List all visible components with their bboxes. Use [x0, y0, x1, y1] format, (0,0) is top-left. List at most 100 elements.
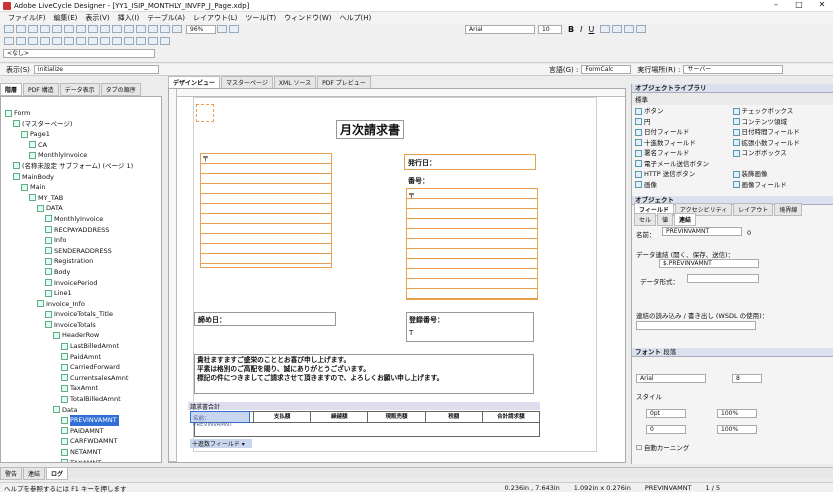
tree-node[interactable]: (名称未設定 サブフォーム) (ページ 1)	[1, 161, 161, 172]
bottom-tab[interactable]: ログ	[46, 466, 69, 480]
redo-icon[interactable]	[100, 25, 110, 33]
undo-icon[interactable]	[88, 25, 98, 33]
paste-icon[interactable]	[76, 25, 86, 33]
scale-h-field[interactable]: 100%	[717, 409, 757, 418]
library-item[interactable]: コンテンツ領域	[732, 117, 831, 128]
library-item[interactable]: 日付時間フィールド	[732, 127, 831, 138]
line-tool-icon[interactable]	[112, 37, 122, 45]
none-select[interactable]: <なし>	[3, 48, 155, 58]
zoom-out-icon[interactable]	[229, 25, 239, 33]
library-item[interactable]: チェックボックス	[732, 106, 831, 117]
grid-icon[interactable]	[112, 25, 122, 33]
align-left-icon[interactable]	[600, 25, 611, 33]
left-tab[interactable]: データ表示	[59, 83, 100, 96]
library-item[interactable]: 装飾画像	[732, 169, 831, 180]
menu-item[interactable]: 挿入(I)	[118, 13, 140, 23]
menu-item[interactable]: テーブル(A)	[147, 13, 185, 23]
totals-title-bar[interactable]: 請求書合計	[188, 402, 540, 411]
tree-node[interactable]: Invoice_Info	[1, 299, 161, 310]
field-type-label[interactable]: 十進数フィールド ▾	[190, 439, 252, 448]
form-title[interactable]: 月次請求書	[336, 120, 405, 139]
tree-node[interactable]: PREVINVAMNT	[1, 415, 161, 426]
tree-node[interactable]: InvoiceTotals_Title	[1, 309, 161, 320]
tree-node[interactable]: TAXAMNT	[1, 458, 161, 462]
library-group[interactable]: 標準	[632, 93, 833, 105]
menu-item[interactable]: 編集(E)	[54, 13, 78, 23]
radio-tool-icon[interactable]	[76, 37, 86, 45]
event-select[interactable]: initialize	[33, 65, 159, 74]
name-field[interactable]: PREVINVAMNT	[662, 227, 742, 236]
recipient-address-block[interactable]	[200, 153, 332, 268]
select-tool-icon[interactable]	[4, 37, 14, 45]
selected-field[interactable]: 名前：PREVINVAMNT	[190, 411, 250, 428]
menu-item[interactable]: ウィンドウ(W)	[284, 13, 331, 23]
tree-node[interactable]: HeaderRow	[1, 330, 161, 341]
list-tool-icon[interactable]	[88, 37, 98, 45]
bold-icon[interactable]: B	[568, 25, 574, 34]
tree-node[interactable]: PAIDAMNT	[1, 426, 161, 437]
rect-tool-icon[interactable]	[124, 37, 134, 45]
object-subtab[interactable]: 連結	[674, 213, 697, 226]
font-family-select[interactable]: Arial	[636, 374, 706, 383]
left-tab[interactable]: 階層	[0, 83, 23, 96]
object-subtab[interactable]: 値	[657, 213, 674, 226]
new-icon[interactable]	[4, 25, 14, 33]
underline-icon[interactable]: U	[588, 25, 594, 34]
font-select[interactable]: Arial	[465, 24, 535, 34]
bottom-tab[interactable]: 連結	[23, 466, 46, 480]
tree-node[interactable]: Form	[1, 108, 161, 119]
library-item[interactable]: 拡張小数フィールド	[732, 138, 831, 149]
tree-node[interactable]: Body	[1, 267, 161, 278]
menu-item[interactable]: ヘルプ(H)	[340, 13, 372, 23]
tree-node[interactable]: TaxAmnt	[1, 383, 161, 394]
ruler-icon[interactable]	[160, 25, 170, 33]
library-item[interactable]: HTTP 送信ボタン	[635, 169, 733, 180]
library-item[interactable]: ボタン	[635, 106, 733, 117]
zoom-in-icon[interactable]	[217, 25, 227, 33]
menu-item[interactable]: レイアウト(L)	[193, 13, 237, 23]
tree-node[interactable]: LastBilledAmnt	[1, 341, 161, 352]
totals-data-row[interactable]	[194, 423, 540, 437]
justify-icon[interactable]	[636, 25, 647, 33]
font-size-field[interactable]: 8	[732, 374, 762, 383]
lang-select[interactable]: FormCalc	[581, 65, 632, 74]
tree-node[interactable]: InvoiceTotals	[1, 320, 161, 331]
tree-node[interactable]: RECPAYADDRESS	[1, 225, 161, 236]
tree-node[interactable]: Registration	[1, 256, 161, 267]
format-select[interactable]	[687, 274, 759, 283]
tree-node[interactable]: CarriedForward	[1, 362, 161, 373]
tree-node[interactable]: MonthlyInvoice	[1, 150, 161, 161]
copy-icon[interactable]	[64, 25, 74, 33]
tree-node[interactable]: Info	[1, 235, 161, 246]
menu-item[interactable]: 表示(V)	[85, 13, 109, 23]
object-subtab[interactable]: セル	[634, 213, 657, 226]
table-icon[interactable]	[124, 25, 134, 33]
open-icon[interactable]	[16, 25, 26, 33]
binding-field[interactable]: $.PREVINVAMNT	[659, 259, 759, 268]
library-item[interactable]: 署名フィールド	[635, 148, 733, 159]
paragraph-tab[interactable]: 段落	[663, 348, 676, 356]
tree-node[interactable]: InvoicePeriod	[1, 278, 161, 289]
align-right-icon[interactable]	[624, 25, 635, 33]
group-icon[interactable]	[148, 25, 158, 33]
italic-icon[interactable]: I	[580, 25, 582, 34]
exec-select[interactable]: サーバー	[683, 65, 784, 74]
library-item[interactable]: 画像	[635, 180, 733, 191]
kerning-checkbox[interactable]: ☐ 自動カーニング	[636, 442, 689, 452]
sender-address-block[interactable]	[406, 188, 538, 300]
library-item[interactable]	[733, 159, 831, 170]
scale-v-field[interactable]: 100%	[717, 425, 757, 434]
tree-node[interactable]: Main	[1, 182, 161, 193]
image-tool-icon[interactable]	[100, 37, 110, 45]
library-item[interactable]: 日付フィールド	[635, 127, 733, 138]
tree-node[interactable]: MainBody	[1, 172, 161, 183]
tree-node[interactable]: Data	[1, 405, 161, 416]
tree-node[interactable]: NETAMNT	[1, 447, 161, 458]
tree-node[interactable]: DATA	[1, 203, 161, 214]
text-tool-icon[interactable]	[28, 37, 38, 45]
tree-node[interactable]: CARFWDAMNT	[1, 436, 161, 447]
wsdl-field[interactable]	[636, 321, 756, 330]
baseline-field[interactable]: 0	[646, 425, 686, 434]
menu-item[interactable]: ツール(T)	[245, 13, 276, 23]
left-tab[interactable]: タブの順序	[100, 83, 141, 96]
